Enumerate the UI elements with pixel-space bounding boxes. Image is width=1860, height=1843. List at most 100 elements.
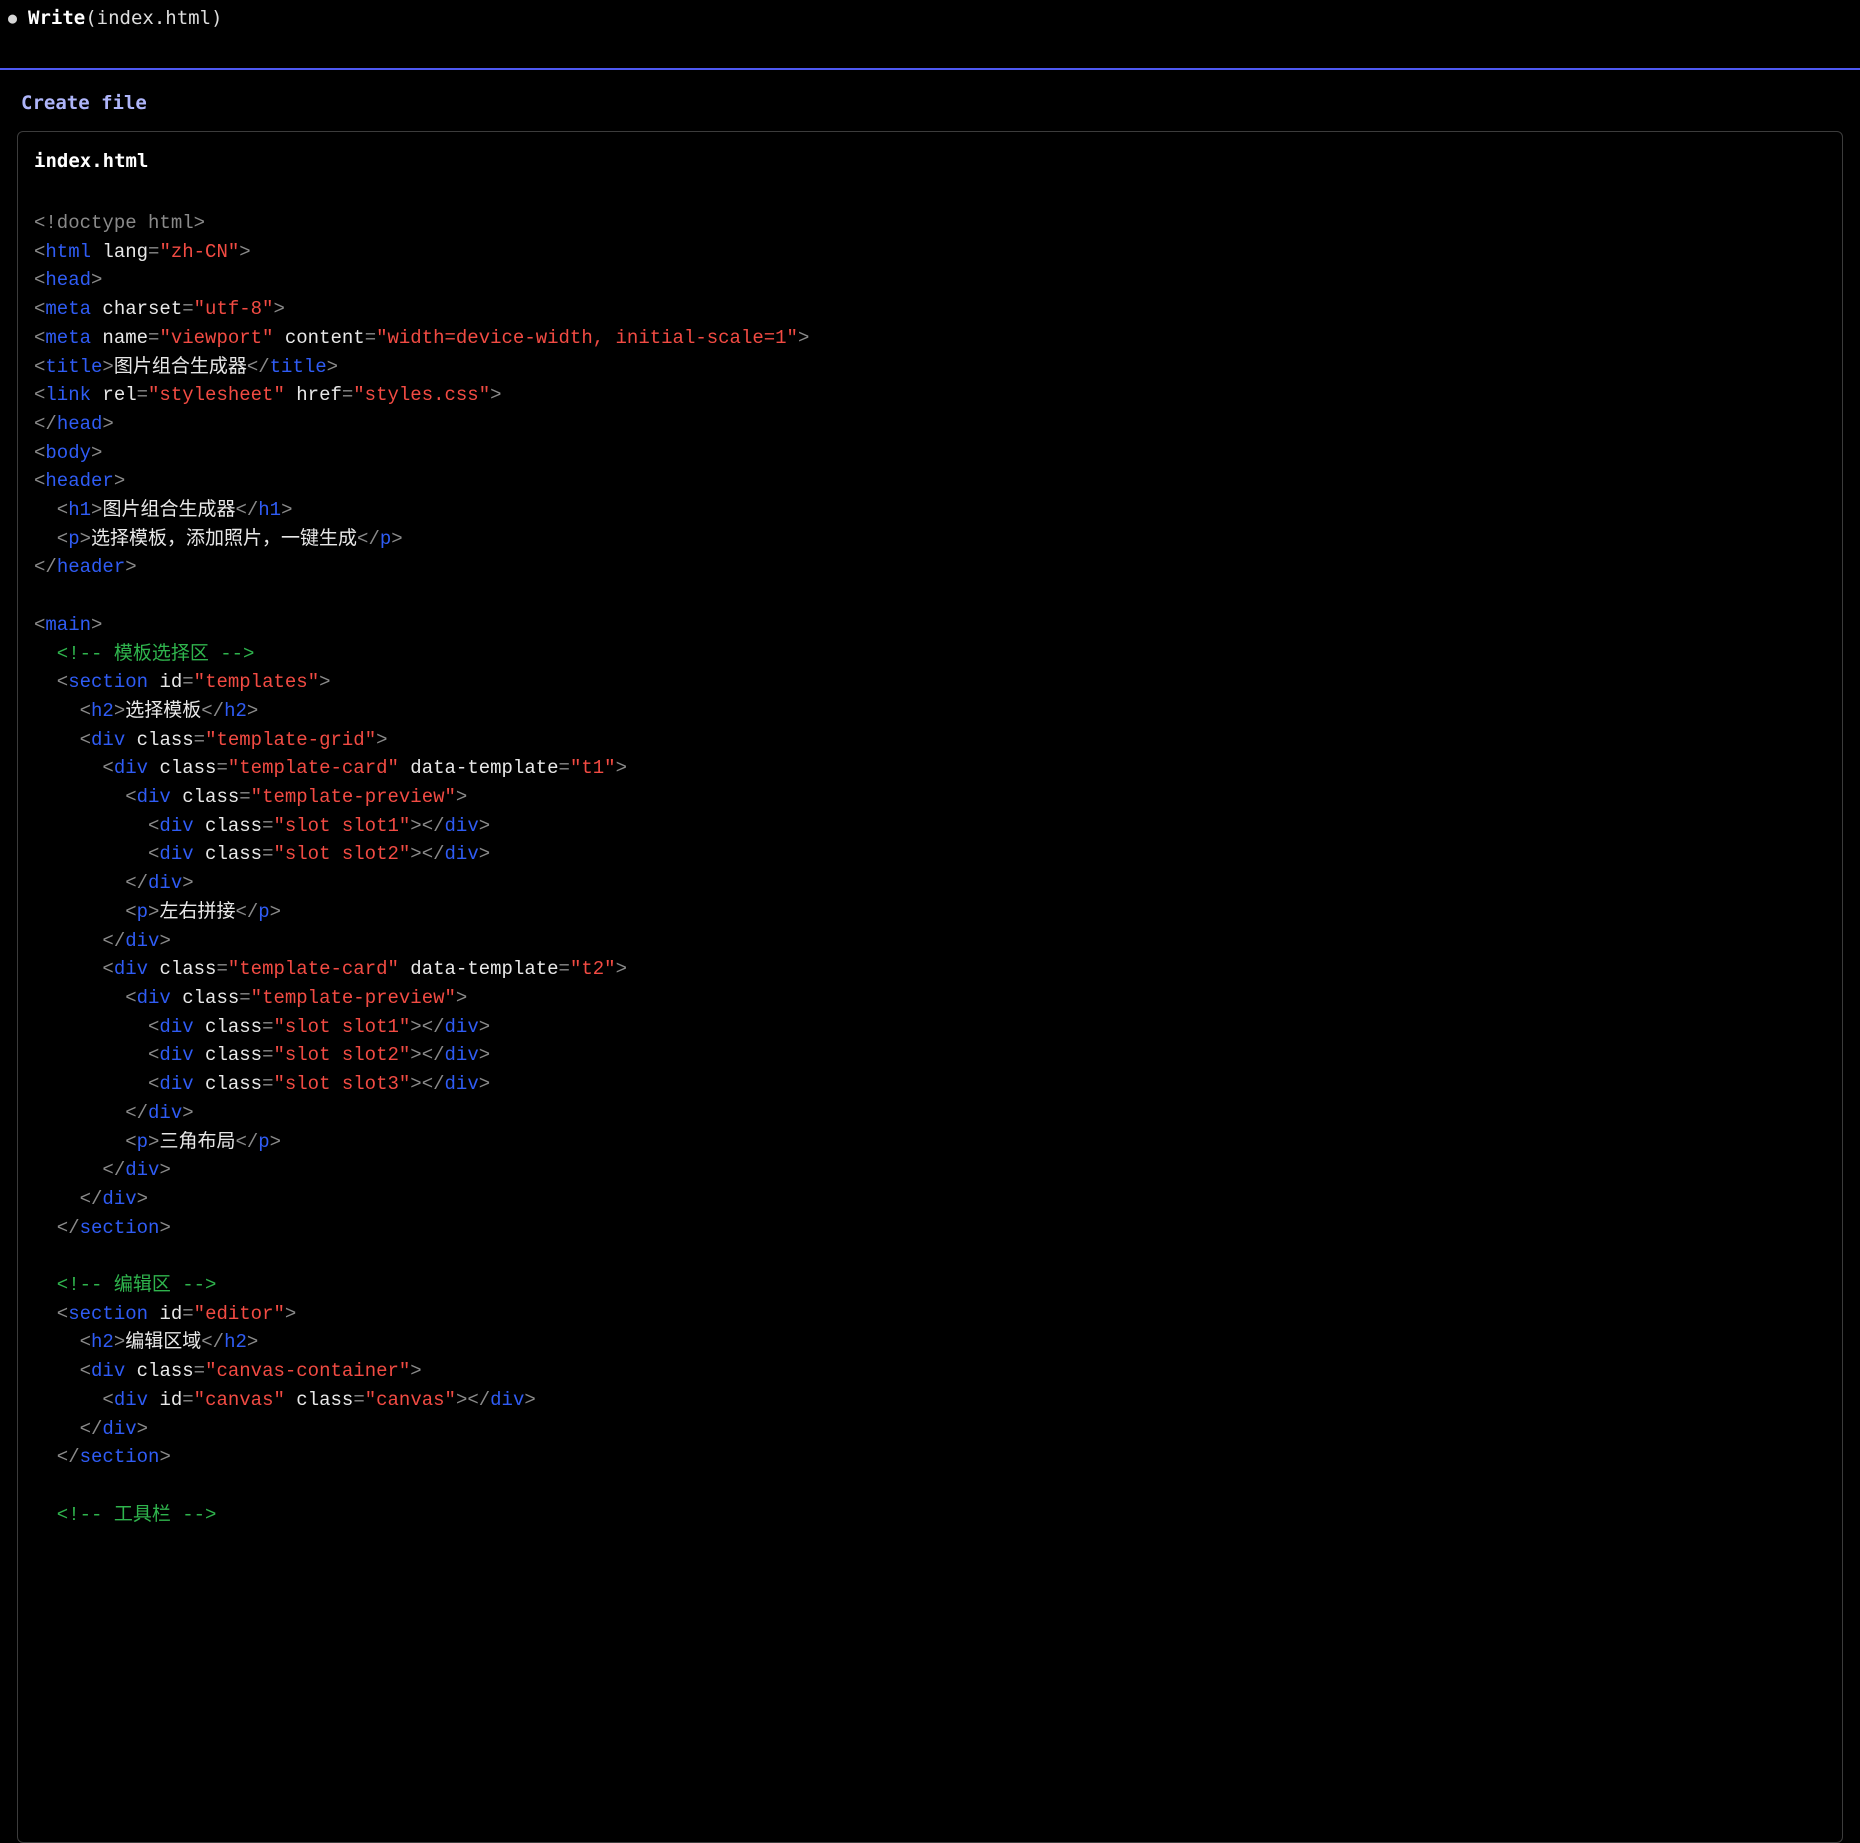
code-token: < [34, 729, 91, 751]
code-token: < [34, 1331, 91, 1353]
code-token: "slot slot2" [273, 843, 410, 865]
code-token: < [34, 1389, 114, 1411]
code-token: h1 [68, 499, 91, 521]
code-token: "templates" [194, 671, 319, 693]
code-token: > [159, 1446, 170, 1468]
create-file-label: Create file [21, 92, 147, 114]
code-token: > [391, 528, 402, 550]
code-token: "template-preview" [251, 987, 456, 1009]
code-token: = [216, 958, 227, 980]
code-token: = [182, 671, 193, 693]
code-token: meta [45, 327, 91, 349]
code-token: < [34, 298, 45, 320]
code-line: <main> [34, 611, 1826, 640]
code-token: class [125, 729, 193, 751]
code-token: div [102, 1418, 136, 1440]
code-token: id [148, 671, 182, 693]
code-line: <p>左右拼接</p> [34, 898, 1826, 927]
code-token: p [137, 901, 148, 923]
code-line: <p>选择模板，添加照片，一键生成</p> [34, 525, 1826, 554]
code-token: class [285, 1389, 353, 1411]
code-line: <body> [34, 439, 1826, 468]
code-token: 选择模板 [125, 700, 201, 722]
code-token: body [45, 442, 91, 464]
code-token: div [159, 1044, 193, 1066]
code-token: div [445, 1016, 479, 1038]
code-token: ></ [410, 1016, 444, 1038]
code-token: > [91, 442, 102, 464]
code-token: 图片组合生成器 [102, 499, 235, 521]
code-line: <section id="templates"> [34, 668, 1826, 697]
code-token: < [34, 1131, 137, 1153]
code-token: div [159, 1016, 193, 1038]
code-token: < [34, 356, 45, 378]
code-line: <div class="slot slot2"></div> [34, 840, 1826, 869]
code-token: div [91, 729, 125, 751]
code-token: < [34, 1360, 91, 1382]
code-token: > [376, 729, 387, 751]
code-token: < [34, 958, 114, 980]
code-token: = [182, 1303, 193, 1325]
code-line: </div> [34, 1185, 1826, 1214]
code-token: <!doctype html> [34, 212, 205, 234]
code-token: head [45, 269, 91, 291]
code-line: </div> [34, 1415, 1826, 1444]
code-token: = [365, 327, 376, 349]
file-preview-box: index.html <!doctype html><html lang="zh… [17, 131, 1843, 1843]
code-token: "t1" [570, 757, 616, 779]
code-token: div [159, 1073, 193, 1095]
code-token: < [34, 815, 159, 837]
code-token: 三角布局 [159, 1131, 235, 1153]
code-token: < [34, 1044, 159, 1066]
code-token: > [91, 499, 102, 521]
code-token: id [148, 1303, 182, 1325]
code-token: "slot slot2" [273, 1044, 410, 1066]
code-token: > [616, 757, 627, 779]
code-token: section [68, 1303, 148, 1325]
code-token: > [456, 987, 467, 1009]
code-token: div [148, 1102, 182, 1124]
code-token: > [524, 1389, 535, 1411]
code-token: < [34, 241, 45, 263]
code-token: = [216, 757, 227, 779]
code-token: </ [34, 1102, 148, 1124]
code-token: h1 [258, 499, 281, 521]
code-line: </head> [34, 410, 1826, 439]
code-token: class [125, 1360, 193, 1382]
code-token: > [239, 241, 250, 263]
code-line: <!-- 模板选择区 --> [34, 640, 1826, 669]
code-token: 编辑区域 [125, 1331, 201, 1353]
code-token: = [239, 987, 250, 1009]
code-token: div [125, 930, 159, 952]
code-line: <header> [34, 467, 1826, 496]
code-token: "stylesheet" [148, 384, 285, 406]
code-token: </ [247, 356, 270, 378]
code-line: <link rel="stylesheet" href="styles.css"… [34, 381, 1826, 410]
tool-args: (index.html) [85, 7, 222, 29]
code-token: > [114, 700, 125, 722]
code-token: > [114, 470, 125, 492]
code-line: <div class="slot slot2"></div> [34, 1041, 1826, 1070]
code-token: > [327, 356, 338, 378]
code-token: = [239, 786, 250, 808]
code-line: <head> [34, 266, 1826, 295]
code-token: > [273, 298, 284, 320]
code-token: > [80, 528, 91, 550]
code-token: "editor" [194, 1303, 285, 1325]
code-token: < [34, 843, 159, 865]
code-token: "template-preview" [251, 786, 456, 808]
code-line: </div> [34, 1156, 1826, 1185]
code-token: link [45, 384, 91, 406]
code-token: > [159, 1217, 170, 1239]
code-token: < [34, 269, 45, 291]
code-token: meta [45, 298, 91, 320]
code-token: "template-grid" [205, 729, 376, 751]
code-token: </ [357, 528, 380, 550]
code-token: </ [34, 1217, 80, 1239]
code-token: "canvas" [365, 1389, 456, 1411]
code-token: data-template [399, 757, 559, 779]
code-token: div [137, 786, 171, 808]
divider-line [0, 68, 1860, 70]
code-token: class [194, 1016, 262, 1038]
code-token: div [490, 1389, 524, 1411]
